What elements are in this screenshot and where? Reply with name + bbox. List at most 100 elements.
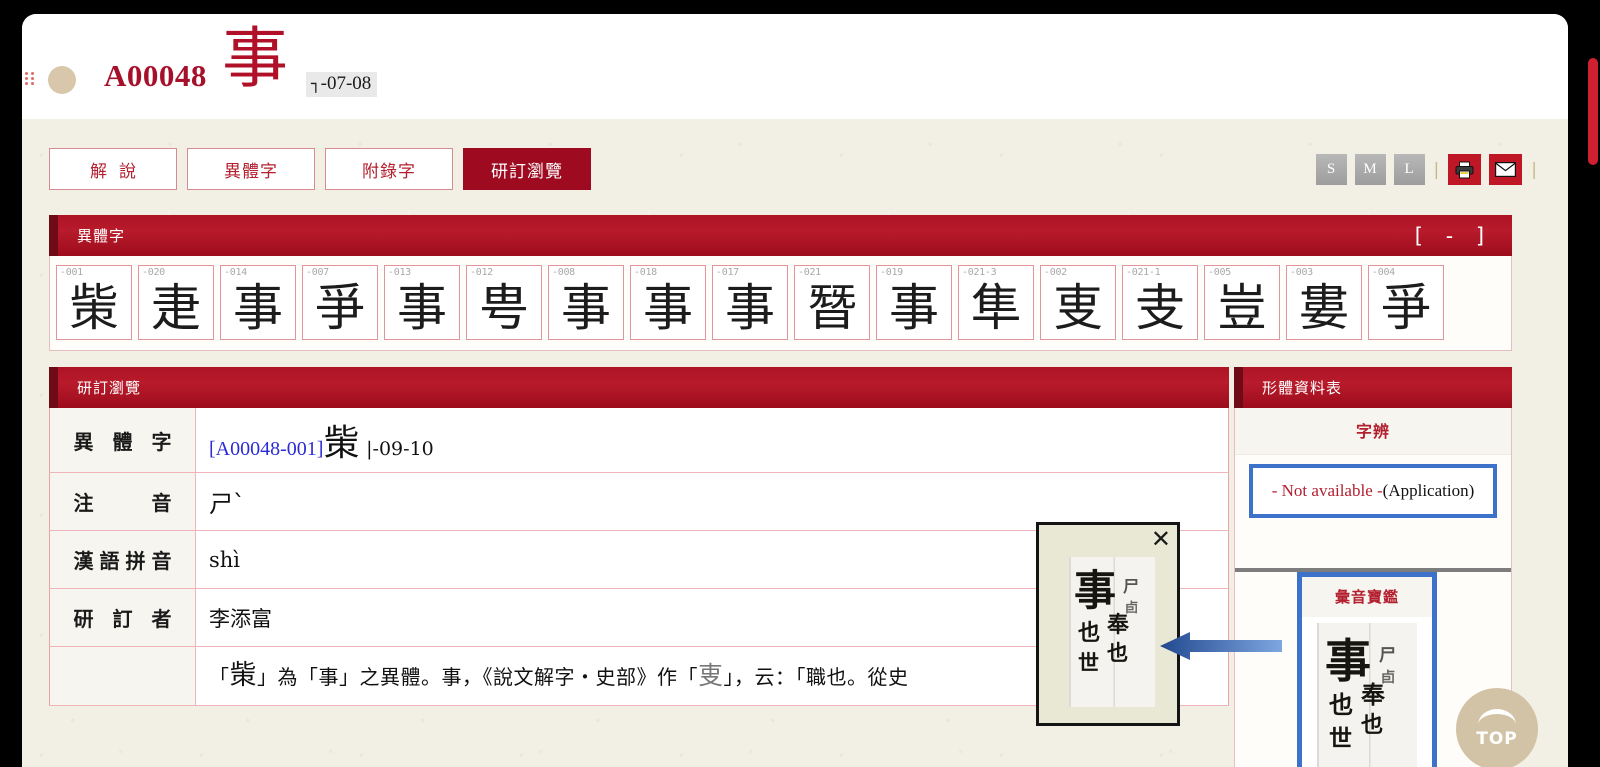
- image-lightbox-popup: ✕ 事 也 奉 也 世 尸 卣: [1036, 522, 1180, 726]
- variant-cell[interactable]: -001 㭰: [56, 265, 132, 340]
- detail-panel-title: 研訂瀏覽: [77, 379, 142, 397]
- font-size-medium-button[interactable]: M: [1354, 154, 1386, 185]
- variant-cell-code: -021: [798, 267, 821, 278]
- row-value-variant: [A00048-001]㭰 |-09-10: [196, 408, 1229, 473]
- variant-cell[interactable]: -013 事: [384, 265, 460, 340]
- variant-cell-code: -014: [224, 267, 247, 278]
- variant-cell-code: -021-3: [962, 267, 997, 278]
- variant-cell-code: -019: [880, 267, 903, 278]
- variant-cell-code: -003: [1290, 267, 1313, 278]
- tab-jieshuo[interactable]: 解說: [49, 148, 177, 190]
- mail-button[interactable]: [1489, 154, 1523, 185]
- scroll-to-top-label: TOP: [1476, 729, 1518, 749]
- row-label-editor: 研 訂 者: [49, 588, 196, 647]
- variant-cell-glyph: 爭: [1381, 279, 1431, 337]
- variant-grid: -001 㭰 -020 疌 -014 事 -007 爭 -013 事 -012 甹 -008 事 -018 事…: [49, 256, 1512, 351]
- variant-cell[interactable]: -021-1 叏: [1122, 265, 1198, 340]
- variant-cell-code: -008: [552, 267, 575, 278]
- scrollbar-track[interactable]: [1586, 0, 1600, 767]
- close-icon[interactable]: ✕: [1151, 527, 1171, 551]
- controls-divider-2: |: [1531, 159, 1537, 180]
- scrollbar-thumb[interactable]: [1588, 58, 1598, 165]
- variant-cell[interactable]: -018 事: [630, 265, 706, 340]
- variant-cell[interactable]: -003 婁: [1286, 265, 1362, 340]
- variant-cell[interactable]: -021 朁: [794, 265, 870, 340]
- font-size-large-button[interactable]: L: [1393, 154, 1425, 185]
- variant-cell-glyph: 事: [643, 279, 693, 337]
- variant-cell-glyph: 㭰: [69, 279, 119, 337]
- lightbox-scan-glyph-5: 世: [1078, 651, 1099, 675]
- variant-cell[interactable]: -021-3 隼: [958, 265, 1034, 340]
- variant-cell-code: -012: [470, 267, 493, 278]
- variant-cell-glyph: 朁: [807, 279, 857, 337]
- printer-icon: [1455, 161, 1474, 178]
- sidebar-title: 形體資料表: [1262, 379, 1343, 397]
- variant-collapse-toggle[interactable]: [ - ]: [1412, 224, 1490, 248]
- variant-cell[interactable]: -008 事: [548, 265, 624, 340]
- row-label-bopomofo: 注 音: [49, 472, 196, 531]
- tab-yandingliulan[interactable]: 研訂瀏覽: [463, 148, 591, 190]
- variant-cell-glyph: 事: [561, 279, 611, 337]
- variant-cell-code: -001: [60, 267, 83, 278]
- variant-cell[interactable]: -004 爭: [1368, 265, 1444, 340]
- variant-cell-glyph: 叏: [1135, 279, 1185, 337]
- tab-fuluzi[interactable]: 附錄字: [325, 148, 453, 190]
- variant-id-link[interactable]: [A00048-001]: [209, 438, 323, 460]
- scan-glyph-5: 世: [1329, 726, 1352, 752]
- application-text: (Application): [1382, 481, 1475, 500]
- chevron-up-icon: [1478, 709, 1516, 725]
- tab-yitizi[interactable]: 異體字: [187, 148, 315, 190]
- variant-cell-glyph: 甹: [479, 279, 529, 337]
- variant-cell-glyph: 疌: [151, 279, 201, 337]
- variant-cell[interactable]: -017 事: [712, 265, 788, 340]
- desc-mid-1: 」為「事」之異體。事，《說文解字‧史部》作「: [257, 665, 698, 689]
- variant-cell-glyph: 事: [889, 279, 939, 337]
- scroll-to-top-button[interactable]: TOP: [1456, 688, 1538, 767]
- variant-cell[interactable]: -014 事: [220, 265, 296, 340]
- desc-mid-2: 」，云：「職也。從: [723, 665, 889, 689]
- table-row-variant: 異 體 字 [A00048-001]㭰 |-09-10: [49, 408, 1229, 473]
- scan-glyph-2: 也: [1329, 691, 1353, 719]
- desc-tail: 史: [888, 665, 909, 689]
- huiyin-scan-image[interactable]: 事 也 奉 也 世 尸 卣: [1317, 623, 1417, 767]
- missing-glyph: ┐: [311, 74, 321, 93]
- variant-cell-code: -002: [1044, 267, 1067, 278]
- variant-cell[interactable]: -005 豈: [1204, 265, 1280, 340]
- font-size-small-button[interactable]: S: [1315, 154, 1347, 185]
- page-body: 解說 異體字 附錄字 研訂瀏覽 S M L | | 異體字 [-] -001…: [22, 119, 1568, 767]
- variant-section-header: 異體字 [ - ]: [49, 215, 1512, 256]
- detail-panel-header: 研訂瀏覽: [49, 367, 1229, 408]
- variant-cell[interactable]: -002 叓: [1040, 265, 1116, 340]
- headword-meta-text: -07-08: [320, 73, 372, 94]
- print-button[interactable]: [1448, 154, 1482, 185]
- variant-cell-code: -007: [306, 267, 329, 278]
- row-label-pinyin: 漢語拼音: [49, 530, 196, 589]
- huiyin-baojian-title: 彙音寶鑑: [1302, 577, 1432, 617]
- row-label-variant: 異 體 字: [49, 408, 196, 473]
- huiyin-baojian-card[interactable]: 彙音寶鑑 事 也 奉 也 世 尸 卣: [1297, 572, 1437, 767]
- sidebar-header: 形體資料表: [1234, 367, 1512, 408]
- controls-divider-1: |: [1433, 159, 1440, 180]
- variant-cell-glyph: 爭: [315, 279, 365, 337]
- variant-section-title: 異體字: [77, 227, 126, 245]
- bopomofo-value: ㄕˋ: [209, 490, 245, 518]
- envelope-icon: [1495, 162, 1517, 177]
- variant-cell-code: -004: [1372, 267, 1395, 278]
- variant-cell[interactable]: -012 甹: [466, 265, 542, 340]
- variant-cell-code: -018: [634, 267, 657, 278]
- variant-cell[interactable]: -020 疌: [138, 265, 214, 340]
- screen-root: A00048 事 ┐-07-08 解說 異體字 附錄字 研訂瀏覽 S M L |: [0, 0, 1600, 767]
- not-available-text: - Not available -: [1271, 481, 1383, 500]
- variant-cell-glyph: 叓: [1053, 279, 1103, 337]
- view-controls: S M L | |: [1315, 154, 1538, 185]
- variant-cell[interactable]: -007 爭: [302, 265, 378, 340]
- lightbox-scan-image: 事 也 奉 也 世 尸 卣: [1069, 557, 1155, 707]
- brand-circle-icon: [48, 66, 76, 94]
- variant-cell[interactable]: -019 事: [876, 265, 952, 340]
- scan-glyph-4: 也: [1361, 713, 1384, 738]
- desc-prefix: 「: [209, 665, 230, 689]
- variant-cell-glyph: 事: [233, 279, 283, 337]
- drag-handle-icon[interactable]: [25, 72, 41, 86]
- row-label-description: [49, 646, 196, 706]
- tab-bar: 解說 異體字 附錄字 研訂瀏覽: [49, 148, 591, 190]
